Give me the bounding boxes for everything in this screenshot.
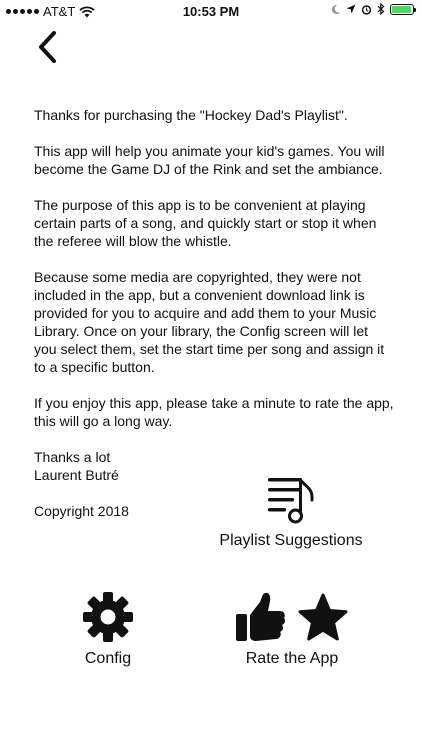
playlist-suggestions-button[interactable]: Playlist Suggestions [206, 474, 376, 550]
thanks-text: Thanks a lot [34, 449, 111, 465]
config-button[interactable]: Config [58, 590, 158, 668]
playlist-suggestions-label: Playlist Suggestions [219, 532, 363, 549]
battery-fill [392, 5, 411, 13]
rate-app-button[interactable]: Rate the App [226, 590, 358, 668]
chevron-left-icon [39, 31, 56, 63]
paragraph-rate-request: If you enjoy this app, please take a min… [34, 395, 394, 429]
config-label: Config [84, 650, 132, 667]
paragraph-convenience: The purpose of this app is to be conveni… [34, 197, 377, 249]
paragraph-copyright-note: Because some media are copyrighted, they… [34, 269, 385, 375]
paragraph-thanks-purchase: Thanks for purchasing the "Hockey Dad's … [34, 107, 348, 123]
thumbs-up-icon [236, 592, 286, 641]
status-bar: AT&T 10:53 PM [0, 0, 422, 24]
back-button[interactable] [32, 30, 62, 64]
status-right [330, 3, 416, 15]
battery-icon [390, 3, 416, 15]
moon-icon [331, 4, 341, 14]
gear-icon [83, 592, 133, 642]
alarm-icon [361, 4, 372, 15]
paragraph-app-purpose: This app will help you animate your kid'… [34, 143, 385, 177]
playlist-music-icon [268, 478, 314, 524]
star-icon [298, 593, 348, 641]
rate-app-icons [234, 590, 350, 644]
bluetooth-icon [377, 3, 385, 15]
location-arrow-icon [346, 4, 356, 14]
rate-app-label: Rate the App [245, 650, 339, 667]
